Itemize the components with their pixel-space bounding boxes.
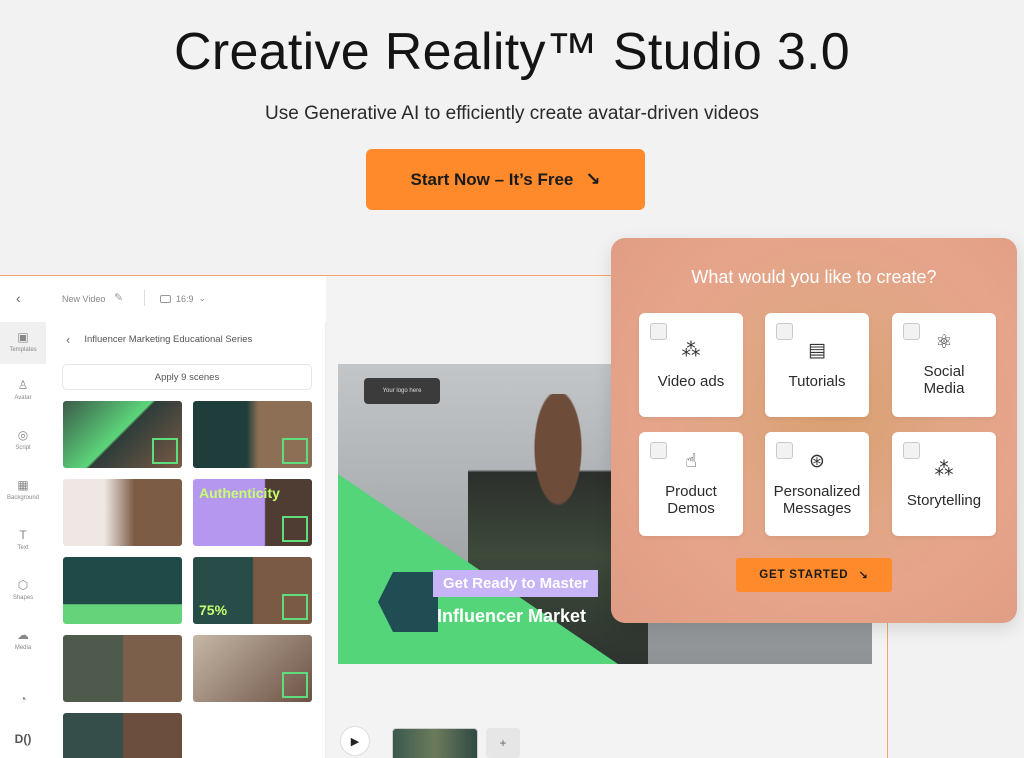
play-button[interactable]: ▶ bbox=[340, 726, 370, 756]
magic-wand-icon: ⁂ bbox=[681, 340, 701, 361]
template-thumbnail[interactable] bbox=[193, 635, 312, 702]
brand-logo-icon: D() bbox=[14, 732, 32, 746]
rail-item-media[interactable]: ☁ Media bbox=[0, 628, 46, 651]
get-started-label: GET STARTED bbox=[759, 569, 849, 581]
script-icon: ◎ bbox=[17, 428, 29, 442]
templates-panel: ‹ Influencer Marketing Educational Serie… bbox=[46, 322, 326, 758]
green-shape bbox=[338, 474, 618, 664]
option-label: Video ads bbox=[657, 373, 725, 390]
template-thumbnail[interactable] bbox=[63, 479, 182, 546]
background-icon: ▦ bbox=[17, 478, 29, 492]
avatar-icon: ♙ bbox=[17, 378, 29, 392]
arrow-down-right-icon: ↘ bbox=[858, 570, 869, 582]
rail-item-text[interactable]: T Text bbox=[0, 528, 46, 551]
checkbox[interactable] bbox=[650, 323, 667, 340]
apply-scenes-button[interactable]: Apply 9 scenes bbox=[62, 364, 312, 390]
option-video-ads[interactable]: ⁂ Video ads bbox=[639, 313, 743, 417]
tool-rail: ▣ Templates ♙ Avatar ◎ Script ▦ Backgrou… bbox=[0, 322, 46, 758]
shapes-icon: ⬡ bbox=[17, 578, 29, 592]
caption-heading[interactable]: Get Ready to Master bbox=[433, 570, 599, 597]
template-thumbnail[interactable] bbox=[63, 713, 182, 758]
checkbox[interactable] bbox=[776, 323, 793, 340]
hand-pointer-icon: ☝ bbox=[685, 451, 697, 472]
option-label: Storytelling bbox=[906, 492, 982, 509]
template-thumbnail[interactable]: Authenticity bbox=[193, 479, 312, 546]
arrow-down-right-icon: ↘ bbox=[585, 169, 601, 189]
magic-wand-icon: ⁂ bbox=[934, 459, 954, 480]
rail-label: Media bbox=[14, 645, 32, 651]
option-tutorials[interactable]: ▤ Tutorials bbox=[765, 313, 869, 417]
rail-label: Templates bbox=[9, 347, 37, 353]
rail-label: Avatar bbox=[14, 395, 32, 401]
chat-icon[interactable]: ◔ bbox=[0, 692, 46, 709]
rail-item-shapes[interactable]: ⬡ Shapes bbox=[0, 578, 46, 601]
page-subtitle: Use Generative AI to efficiently create … bbox=[265, 103, 759, 124]
create-card-title: What would you like to create? bbox=[691, 267, 937, 287]
caption-title[interactable]: Influencer Market bbox=[433, 602, 590, 631]
timeline-clip[interactable] bbox=[392, 728, 478, 758]
pencil-icon[interactable]: ✎ bbox=[114, 291, 123, 304]
aspect-ratio-select[interactable]: 16:9 ⌄ bbox=[160, 293, 206, 304]
panel-title: Influencer Marketing Educational Series bbox=[84, 334, 253, 345]
rail-item-avatar[interactable]: ♙ Avatar bbox=[0, 378, 46, 401]
start-now-button[interactable]: Start Now – It’s Free ↘ bbox=[366, 149, 645, 210]
media-icon: ☁ bbox=[17, 628, 29, 642]
add-scene-button[interactable]: + bbox=[486, 728, 520, 758]
rail-item-background[interactable]: ▦ Background bbox=[0, 478, 46, 501]
create-card: What would you like to create? ⁂ Video a… bbox=[611, 238, 1017, 623]
chevron-left-icon[interactable]: ‹ bbox=[66, 332, 70, 347]
logo-placeholder[interactable]: Your logo here bbox=[364, 378, 440, 404]
thumbnail-label: 75% bbox=[199, 602, 228, 618]
thumbnail-label: Authenticity bbox=[199, 485, 280, 501]
rail-item-script[interactable]: ◎ Script bbox=[0, 428, 46, 451]
text-icon: T bbox=[19, 528, 27, 542]
rail-label: Text bbox=[17, 545, 29, 551]
presentation-icon: ▤ bbox=[808, 340, 826, 361]
get-started-button[interactable]: GET STARTED ↘ bbox=[736, 558, 892, 592]
back-icon[interactable]: ‹ bbox=[16, 290, 21, 306]
option-label: Personalized Messages bbox=[773, 483, 861, 517]
divider bbox=[144, 290, 145, 306]
page-title: Creative Reality™ Studio 3.0 bbox=[173, 23, 851, 81]
template-thumbnail[interactable] bbox=[193, 401, 312, 468]
template-thumbnail[interactable] bbox=[63, 401, 182, 468]
template-thumbnail[interactable]: 75% bbox=[193, 557, 312, 624]
panel-header: ‹ Influencer Marketing Educational Serie… bbox=[66, 332, 252, 347]
ratio-icon bbox=[160, 294, 171, 303]
checkbox[interactable] bbox=[903, 442, 920, 459]
template-thumbnail[interactable] bbox=[63, 557, 182, 624]
network-icon: ⊛ bbox=[809, 451, 825, 472]
templates-icon: ▣ bbox=[17, 330, 29, 344]
template-thumbnail[interactable] bbox=[63, 635, 182, 702]
option-personalized-messages[interactable]: ⊛ Personalized Messages bbox=[765, 432, 869, 536]
chevron-down-icon: ⌄ bbox=[198, 293, 207, 303]
rail-label: Background bbox=[6, 495, 40, 501]
rail-item-templates[interactable]: ▣ Templates bbox=[0, 322, 46, 364]
aspect-ratio-value: 16:9 bbox=[176, 293, 194, 304]
option-label: Social Media bbox=[923, 363, 965, 397]
rail-label: Shapes bbox=[12, 595, 34, 601]
option-label: Product Demos bbox=[665, 483, 717, 517]
start-now-label: Start Now – It’s Free bbox=[410, 169, 574, 189]
video-title[interactable]: New Video bbox=[62, 294, 105, 304]
option-storytelling[interactable]: ⁂ Storytelling bbox=[892, 432, 996, 536]
atom-icon: ⚛ bbox=[935, 332, 953, 353]
rail-label: Script bbox=[15, 445, 31, 451]
option-social-media[interactable]: ⚛ Social Media bbox=[892, 313, 996, 417]
editor-topbar: ‹ New Video ✎ 16:9 ⌄ bbox=[0, 276, 326, 322]
option-label: Tutorials bbox=[788, 373, 846, 390]
option-product-demos[interactable]: ☝ Product Demos bbox=[639, 432, 743, 536]
